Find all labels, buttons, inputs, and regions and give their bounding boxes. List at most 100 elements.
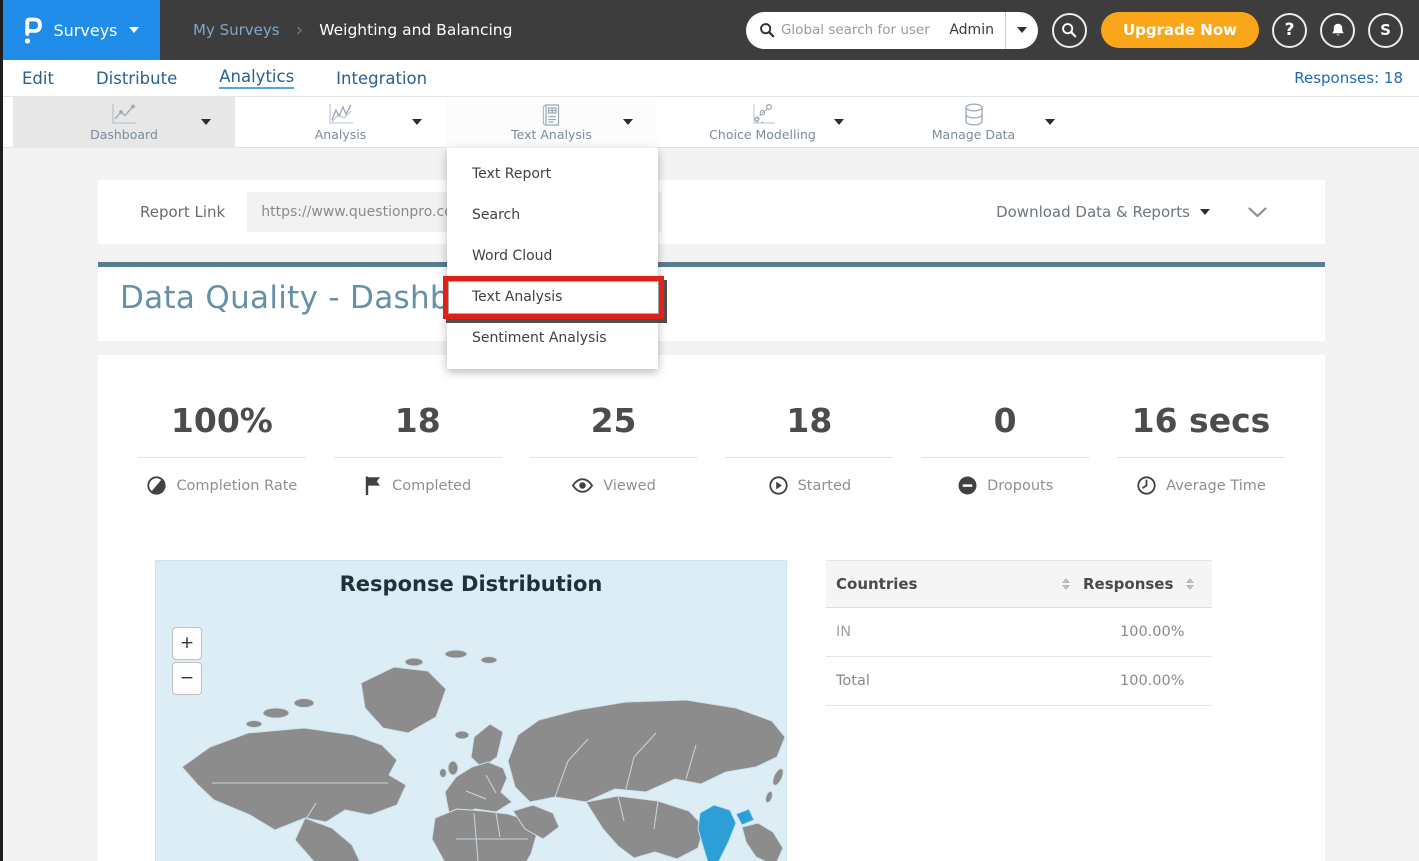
divider xyxy=(530,457,698,458)
dashboard-title-panel: Data Quality - Dashboard xyxy=(98,262,1325,341)
tab-analysis[interactable]: Analysis xyxy=(235,97,446,148)
search-button[interactable] xyxy=(1052,13,1087,48)
chevron-down-icon xyxy=(129,27,139,33)
breadcrumb-parent[interactable]: My Surveys xyxy=(193,21,280,39)
search-scope-label: Admin xyxy=(949,22,1005,38)
avatar-initial: S xyxy=(1380,21,1391,39)
global-search-input[interactable] xyxy=(775,22,949,38)
stat-started: 18 Started xyxy=(711,401,907,496)
divider xyxy=(921,457,1089,458)
divider xyxy=(725,457,893,458)
stat-average-time: 16 secs Average Time xyxy=(1103,401,1299,496)
nav-analytics[interactable]: Analytics xyxy=(219,67,294,89)
stat-label: Dropouts xyxy=(987,478,1053,494)
stat-value: 18 xyxy=(711,401,907,440)
search-scope-dropdown[interactable] xyxy=(1006,12,1038,49)
menu-item-search[interactable]: Search xyxy=(447,195,658,236)
tab-text-analysis[interactable]: Text Analysis xyxy=(446,97,657,148)
column-header-responses[interactable]: Responses xyxy=(1083,575,1173,593)
responses-cell: 100.00% xyxy=(1120,624,1212,640)
column-header-countries[interactable]: Countries xyxy=(826,575,1062,593)
menu-item-text-report[interactable]: Text Report xyxy=(447,154,658,195)
upgrade-now-button[interactable]: Upgrade Now xyxy=(1101,12,1259,48)
map-zoom-out-button[interactable]: − xyxy=(172,662,202,695)
page-content: Report Link Download Data & Reports Data… xyxy=(0,148,1419,861)
tab-label: Text Analysis xyxy=(511,127,592,142)
search-icon xyxy=(1061,22,1077,38)
bell-icon xyxy=(1330,22,1346,39)
table-row: Total 100.00% xyxy=(826,657,1212,706)
chevron-down-icon xyxy=(623,119,633,125)
play-circle-icon xyxy=(768,475,789,496)
chevron-down-icon xyxy=(1045,119,1055,125)
divider xyxy=(334,457,502,458)
sort-countries-icon[interactable] xyxy=(1062,578,1070,590)
country-cell: Total xyxy=(826,673,1120,689)
product-menu[interactable]: Surveys xyxy=(0,0,160,60)
sort-responses-icon[interactable] xyxy=(1186,578,1194,590)
collapse-section-button[interactable] xyxy=(1248,207,1267,218)
survey-nav: Edit Distribute Analytics Integration Re… xyxy=(0,60,1419,97)
table-row: IN 100.00% xyxy=(826,608,1212,657)
eye-icon xyxy=(571,475,594,496)
chevron-down-icon xyxy=(412,119,422,125)
app-window: Surveys My Surveys › Weighting and Balan… xyxy=(0,0,1419,861)
stat-value: 18 xyxy=(320,401,516,440)
divider xyxy=(138,457,306,458)
notifications-button[interactable] xyxy=(1320,13,1355,48)
questionpro-logo-icon xyxy=(22,15,43,45)
tab-label: Analysis xyxy=(315,127,367,142)
tab-manage-data[interactable]: Manage Data xyxy=(868,97,1079,148)
chevron-down-icon xyxy=(201,119,211,125)
line-chart-icon xyxy=(109,102,139,127)
bubble-chart-icon xyxy=(749,102,777,127)
response-distribution-map[interactable]: Response Distribution + − xyxy=(155,560,787,861)
tab-label: Choice Modelling xyxy=(709,127,816,142)
stat-completed: 18 Completed xyxy=(320,401,516,496)
minus-circle-icon xyxy=(957,475,978,496)
clock-icon xyxy=(1136,475,1157,496)
breadcrumb-separator-icon: › xyxy=(296,21,304,40)
nav-distribute[interactable]: Distribute xyxy=(96,69,177,88)
stat-label: Started xyxy=(798,478,852,494)
breadcrumb-current: Weighting and Balancing xyxy=(319,21,512,39)
half-circle-icon xyxy=(146,475,167,496)
table-header-row: Countries Responses xyxy=(826,560,1212,608)
stat-label: Viewed xyxy=(603,478,656,494)
nav-edit[interactable]: Edit xyxy=(22,69,54,88)
tab-dashboard[interactable]: Dashboard xyxy=(13,97,235,148)
search-icon xyxy=(759,22,775,38)
report-link-label: Report Link xyxy=(140,203,225,221)
help-button[interactable]: ? xyxy=(1272,13,1307,48)
chevron-down-icon xyxy=(834,119,844,125)
responses-count: Responses: 18 xyxy=(1294,69,1403,87)
stat-value: 100% xyxy=(124,401,320,440)
top-header: Surveys My Surveys › Weighting and Balan… xyxy=(0,0,1419,60)
screen-edge xyxy=(0,0,3,861)
stat-value: 0 xyxy=(907,401,1103,440)
database-icon xyxy=(961,102,987,129)
stat-label: Completed xyxy=(392,478,471,494)
map-zoom-in-button[interactable]: + xyxy=(172,627,202,660)
nav-integration[interactable]: Integration xyxy=(336,69,427,88)
stat-label: Completion Rate xyxy=(176,478,297,494)
stat-completion-rate: 100% Completion Rate xyxy=(124,401,320,496)
tab-choice-modelling[interactable]: Choice Modelling xyxy=(657,97,868,148)
download-data-reports-dropdown[interactable]: Download Data & Reports xyxy=(996,203,1210,221)
product-label: Surveys xyxy=(54,21,118,40)
menu-item-sentiment-analysis[interactable]: Sentiment Analysis xyxy=(447,318,658,359)
stat-viewed: 25 Viewed xyxy=(516,401,712,496)
country-cell: IN xyxy=(826,624,1120,640)
menu-item-word-cloud[interactable]: Word Cloud xyxy=(447,236,658,277)
download-label: Download Data & Reports xyxy=(996,203,1190,221)
flag-icon xyxy=(364,475,383,496)
dashboard-main-panel: 100% Completion Rate 18 Completed xyxy=(98,355,1325,861)
world-map[interactable] xyxy=(156,561,787,861)
chevron-down-icon xyxy=(1248,207,1267,218)
report-link-bar: Report Link Download Data & Reports xyxy=(98,180,1325,244)
responses-cell: 100.00% xyxy=(1120,673,1212,689)
account-avatar[interactable]: S xyxy=(1368,13,1403,48)
multi-line-chart-icon xyxy=(326,102,356,127)
menu-item-label: Text Analysis xyxy=(472,289,562,305)
menu-item-text-analysis[interactable]: Text Analysis xyxy=(447,277,658,318)
